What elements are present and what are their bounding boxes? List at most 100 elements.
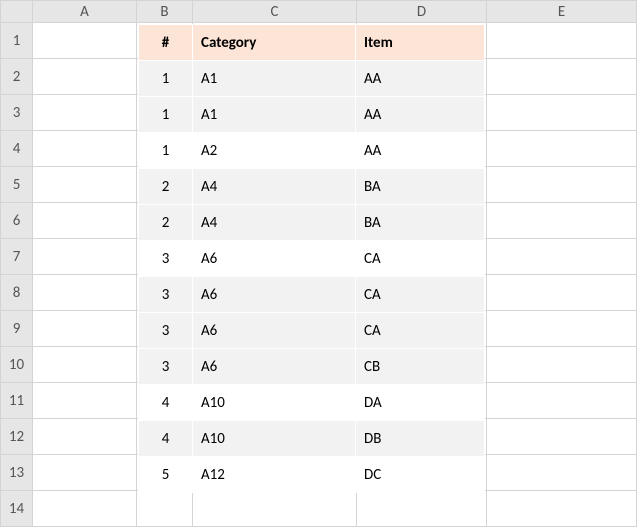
table-header-row: # Category Item: [139, 25, 485, 61]
cell-item[interactable]: CA: [356, 277, 485, 313]
cell[interactable]: [487, 455, 637, 491]
cell[interactable]: [33, 167, 137, 203]
table-row: 4A10DA: [139, 385, 485, 421]
row-header-13[interactable]: 13: [1, 455, 33, 491]
cell[interactable]: [487, 95, 637, 131]
cell-item[interactable]: BA: [356, 169, 485, 205]
cell-num[interactable]: 2: [139, 169, 193, 205]
cell[interactable]: [487, 383, 637, 419]
cell-num[interactable]: 3: [139, 277, 193, 313]
col-header-B[interactable]: B: [137, 1, 193, 23]
row-header-2[interactable]: 2: [1, 59, 33, 95]
cell-category[interactable]: A4: [193, 169, 356, 205]
row-header-12[interactable]: 12: [1, 419, 33, 455]
cell[interactable]: [33, 383, 137, 419]
cell[interactable]: [487, 23, 637, 59]
cell-num[interactable]: 5: [139, 457, 193, 493]
cell[interactable]: [487, 239, 637, 275]
row-header-10[interactable]: 10: [1, 347, 33, 383]
cell-item[interactable]: CA: [356, 241, 485, 277]
col-header-D[interactable]: D: [357, 1, 487, 23]
select-all-corner[interactable]: [1, 1, 33, 23]
cell-item[interactable]: AA: [356, 133, 485, 169]
cell-category[interactable]: A12: [193, 457, 356, 493]
cell[interactable]: [357, 491, 487, 527]
row-header-8[interactable]: 8: [1, 275, 33, 311]
row-header-4[interactable]: 4: [1, 131, 33, 167]
col-header-A[interactable]: A: [33, 1, 137, 23]
cell[interactable]: [33, 455, 137, 491]
cell[interactable]: [33, 275, 137, 311]
cell-category[interactable]: A1: [193, 97, 356, 133]
cell-category[interactable]: A6: [193, 349, 356, 385]
cell[interactable]: [33, 203, 137, 239]
cell[interactable]: [33, 239, 137, 275]
cell[interactable]: [33, 311, 137, 347]
cell-category[interactable]: A1: [193, 61, 356, 97]
table-row: 3A6CA: [139, 241, 485, 277]
row-header-5[interactable]: 5: [1, 167, 33, 203]
data-table: # Category Item 1A1AA 1A1AA 1A2AA 2A4BA …: [138, 24, 485, 493]
cell[interactable]: [33, 347, 137, 383]
col-header-E[interactable]: E: [487, 1, 637, 23]
cell-item[interactable]: DA: [356, 385, 485, 421]
header-category[interactable]: Category: [193, 25, 356, 61]
cell-item[interactable]: AA: [356, 61, 485, 97]
cell[interactable]: [33, 59, 137, 95]
cell-num[interactable]: 1: [139, 61, 193, 97]
cell-num[interactable]: 2: [139, 205, 193, 241]
cell-category[interactable]: A2: [193, 133, 356, 169]
cell[interactable]: [487, 59, 637, 95]
cell[interactable]: [487, 311, 637, 347]
cell-category[interactable]: A6: [193, 277, 356, 313]
cell-item[interactable]: CB: [356, 349, 485, 385]
header-num[interactable]: #: [139, 25, 193, 61]
cell-num[interactable]: 3: [139, 241, 193, 277]
table-row: 1A1AA: [139, 61, 485, 97]
row-header-11[interactable]: 11: [1, 383, 33, 419]
row-header-1[interactable]: 1: [1, 23, 33, 59]
cell[interactable]: [33, 95, 137, 131]
cell[interactable]: [33, 491, 137, 527]
cell-num[interactable]: 1: [139, 133, 193, 169]
cell-num[interactable]: 3: [139, 349, 193, 385]
row-header-6[interactable]: 6: [1, 203, 33, 239]
row-header-14[interactable]: 14: [1, 491, 33, 527]
row-header-7[interactable]: 7: [1, 239, 33, 275]
cell-category[interactable]: A10: [193, 385, 356, 421]
cell-item[interactable]: BA: [356, 205, 485, 241]
col-header-C[interactable]: C: [193, 1, 357, 23]
table-row: 4A10DB: [139, 421, 485, 457]
cell-num[interactable]: 4: [139, 421, 193, 457]
cell-category[interactable]: A6: [193, 241, 356, 277]
table-row: 2A4BA: [139, 169, 485, 205]
cell[interactable]: [137, 491, 193, 527]
cell[interactable]: [193, 491, 357, 527]
cell-item[interactable]: AA: [356, 97, 485, 133]
cell-category[interactable]: A10: [193, 421, 356, 457]
cell[interactable]: [33, 23, 137, 59]
header-item[interactable]: Item: [356, 25, 485, 61]
cell[interactable]: [487, 275, 637, 311]
cell-item[interactable]: DB: [356, 421, 485, 457]
cell-item[interactable]: CA: [356, 313, 485, 349]
spreadsheet: A B C D E 1 2 3 4 5 6 7 8 9 10 11 12 13 …: [0, 0, 642, 519]
cell[interactable]: [487, 347, 637, 383]
cell[interactable]: [487, 203, 637, 239]
cell-category[interactable]: A4: [193, 205, 356, 241]
cell[interactable]: [487, 131, 637, 167]
cell[interactable]: [487, 167, 637, 203]
row-header-9[interactable]: 9: [1, 311, 33, 347]
table-row: 3A6CA: [139, 277, 485, 313]
cell-num[interactable]: 1: [139, 97, 193, 133]
table-row: 5A12DC: [139, 457, 485, 493]
cell[interactable]: [33, 131, 137, 167]
cell[interactable]: [487, 491, 637, 527]
cell-category[interactable]: A6: [193, 313, 356, 349]
cell-item[interactable]: DC: [356, 457, 485, 493]
cell[interactable]: [33, 419, 137, 455]
cell[interactable]: [487, 419, 637, 455]
row-header-3[interactable]: 3: [1, 95, 33, 131]
cell-num[interactable]: 4: [139, 385, 193, 421]
cell-num[interactable]: 3: [139, 313, 193, 349]
